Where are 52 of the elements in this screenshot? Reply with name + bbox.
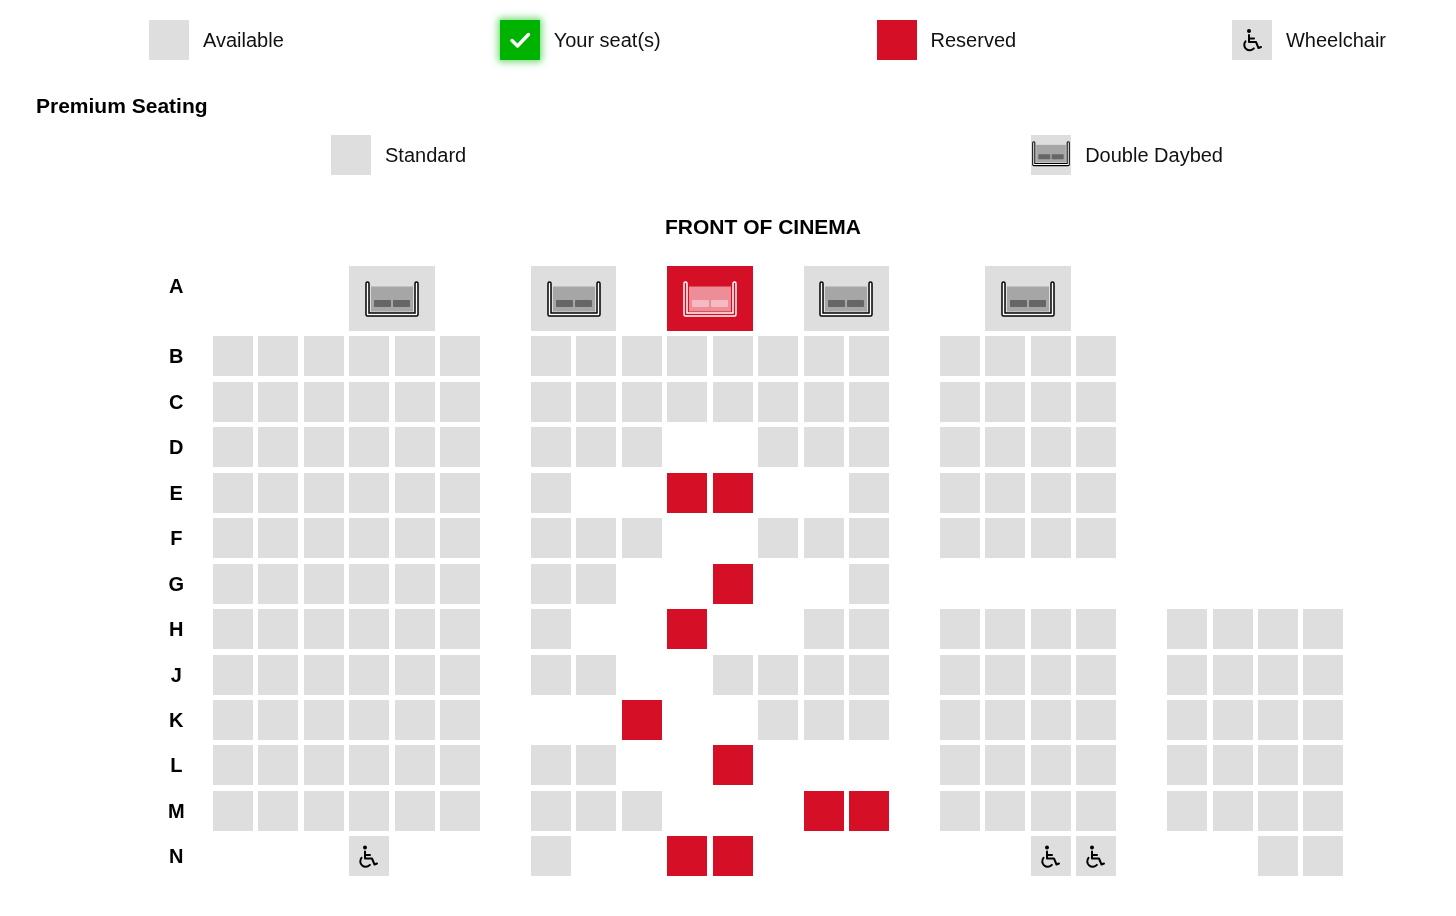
seat[interactable] — [849, 790, 890, 831]
wheelchair-icon — [1040, 844, 1061, 868]
row-label: N — [168, 844, 185, 870]
row-label: J — [169, 662, 183, 688]
daybed-icon — [819, 280, 874, 317]
row-label: K — [168, 707, 185, 733]
wheelchair-seat[interactable] — [1030, 836, 1071, 877]
legend-label: Double Daybed — [1085, 143, 1223, 167]
wheelchair-seat[interactable] — [1076, 836, 1117, 877]
seat[interactable] — [712, 472, 753, 513]
legend-label: Your seat(s) — [553, 28, 661, 52]
legend-label: Reserved — [930, 28, 1017, 52]
seat[interactable] — [712, 563, 753, 604]
seat[interactable] — [712, 745, 753, 786]
daybed-icon — [1001, 280, 1056, 317]
row-label: L — [169, 753, 184, 779]
legend-swatch-icon — [876, 20, 917, 60]
row-label: D — [168, 435, 185, 461]
legend-label: Standard — [385, 143, 467, 167]
seat[interactable] — [803, 790, 844, 831]
row-label: E — [168, 480, 184, 506]
daybed-icon — [683, 280, 738, 317]
seat[interactable] — [667, 472, 708, 513]
seat[interactable] — [712, 836, 753, 877]
legend-swatch-icon — [331, 135, 371, 175]
legend-swatch-icon — [149, 20, 189, 60]
daybed-icon — [1031, 135, 1072, 175]
row-label: C — [168, 389, 185, 415]
row-label: M — [166, 798, 186, 824]
screen-label: FRONT OF CINEMA — [665, 215, 861, 239]
row-label: F — [169, 526, 184, 552]
wheelchair-seat[interactable] — [349, 836, 390, 877]
row-label: A — [168, 274, 185, 299]
daybed-icon — [364, 280, 419, 317]
wheelchair-icon — [1231, 20, 1272, 60]
daybed-seat[interactable] — [531, 266, 617, 331]
seat[interactable] — [667, 609, 708, 650]
wheelchair-icon — [1086, 844, 1107, 868]
daybed-seat[interactable] — [803, 266, 890, 331]
daybed-icon — [546, 280, 601, 317]
daybed-seat[interactable] — [985, 266, 1071, 331]
seat[interactable] — [667, 836, 708, 877]
row-label: H — [168, 617, 185, 643]
daybed-seat[interactable] — [349, 266, 435, 331]
wheelchair-icon — [359, 844, 380, 868]
legend-label: Available — [203, 28, 284, 52]
row-label: G — [167, 571, 186, 597]
check-icon — [499, 20, 540, 60]
legend-label: Wheelchair — [1285, 28, 1386, 52]
row-label: B — [168, 344, 185, 370]
section-heading: Premium Seating — [36, 94, 208, 118]
seat[interactable] — [621, 699, 662, 740]
